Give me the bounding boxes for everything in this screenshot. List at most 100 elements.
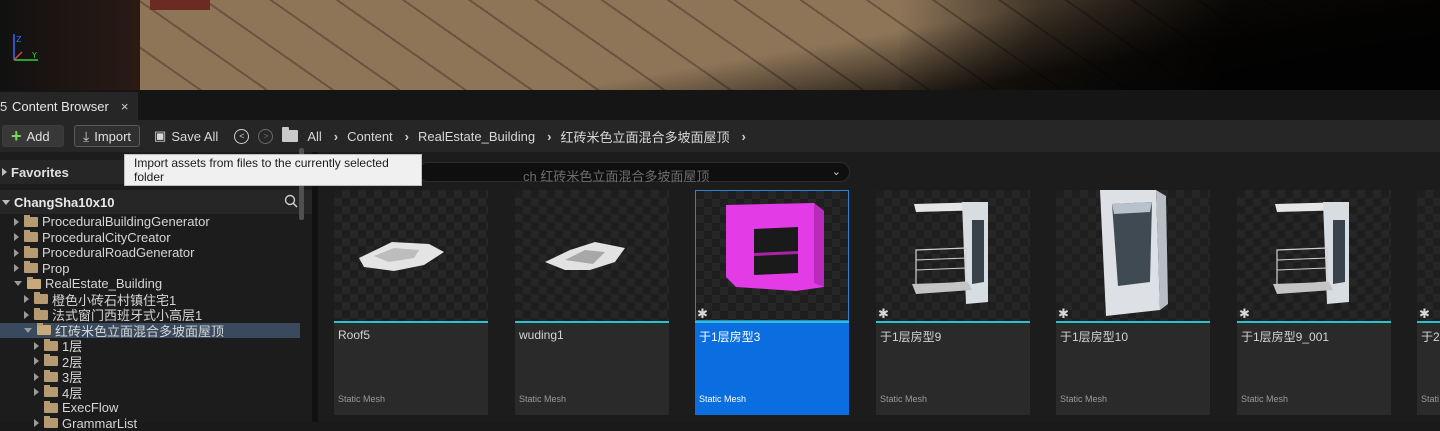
tab-content-browser[interactable]: 5 Content Browser × [0,92,138,120]
chevron-right-icon[interactable] [34,419,39,427]
import-button[interactable]: ⤓ Import [74,125,140,147]
tree-item-label: 4层 [62,383,82,402]
modified-asterisk-icon: ✱ [1239,306,1250,322]
folder-icon[interactable] [282,130,298,142]
tree-item-label: ExecFlow [62,400,118,415]
breadcrumb-separator-icon[interactable]: › [547,129,551,144]
asset-name: Roof5 [338,328,370,342]
modified-asterisk-icon: ✱ [1419,306,1430,322]
plus-icon: + [11,126,22,147]
tree-item[interactable]: ExecFlow [0,400,300,416]
tab-label: Content Browser [12,99,109,114]
chevron-down-icon[interactable]: ⌄ [832,165,841,178]
asset-type-bar [515,321,669,323]
chevron-right-icon[interactable] [34,357,39,365]
chevron-right-icon[interactable] [14,218,19,226]
content-browser-toolbar: + Add ⤓ Import ▣ Save All < > All › Cont… [0,120,1440,152]
chevron-right-icon[interactable] [24,311,29,319]
tree-item[interactable]: 4层 [0,385,300,401]
asset-tile[interactable]: Roof5 Static Mesh [334,190,488,415]
favorites-label: Favorites [11,165,69,180]
add-button[interactable]: + Add [2,125,64,147]
project-header[interactable]: ChangSha10x10 [0,190,312,214]
chevron-right-icon[interactable] [34,373,39,381]
folder-icon [44,387,58,397]
level-viewport[interactable]: Z Y [0,0,1440,90]
asset-thumbnail [695,190,849,321]
breadcrumb-all[interactable]: All [307,129,321,144]
tree-item[interactable]: Prop [0,261,300,277]
folder-icon [44,372,58,382]
chevron-right-icon[interactable] [14,264,19,272]
tree-item-label: ProceduralRoadGenerator [42,245,194,260]
asset-thumbnail [1237,190,1391,321]
chevron-down-icon[interactable] [24,328,32,333]
asset-tile[interactable]: wuding1Static Mesh [515,190,669,415]
asset-tile[interactable]: 于1层房型10Static Mesh✱ [1056,190,1210,415]
folder-icon [44,341,58,351]
save-all-label: Save All [171,129,218,144]
asset-thumbnail [876,190,1030,321]
tree-item[interactable]: 红砖米色立面混合多坡面屋顶 [0,323,300,339]
tree-item[interactable]: GrammarList [0,416,300,431]
forward-icon[interactable]: > [258,129,273,144]
chevron-right-icon[interactable] [34,342,39,350]
asset-name: 于2 [1421,328,1440,345]
folder-icon [44,418,58,428]
project-label: ChangSha10x10 [14,195,114,210]
asset-name: 于1层房型9 [880,328,941,345]
folder-tree: ProceduralBuildingGeneratorProceduralCit… [0,214,300,431]
import-icon: ⤓ [83,128,89,145]
folder-icon [24,263,38,273]
tree-item-label: ProceduralCityCreator [42,230,171,245]
chevron-right-icon [2,168,7,176]
asset-tile[interactable]: 于1层房型9Static Mesh✱ [876,190,1030,415]
chevron-right-icon[interactable] [14,233,19,241]
asset-type: Static Mesh [338,394,385,404]
svg-text:Z: Z [16,35,22,44]
asset-type: Stati [1421,394,1439,404]
import-label: Import [94,129,131,144]
tree-item[interactable]: ProceduralCityCreator [0,230,300,246]
chevron-right-icon[interactable] [34,388,39,396]
asset-thumbnail [1417,190,1440,321]
search-icon[interactable] [284,194,298,208]
tree-item[interactable]: ProceduralBuildingGenerator [0,214,300,230]
tree-item-label: Prop [42,261,69,276]
breadcrumb-separator-icon[interactable]: › [334,129,338,144]
asset-name: 于1层房型10 [1060,328,1128,345]
asset-tile[interactable]: 于2 Stati ✱ [1417,190,1440,415]
tree-item[interactable]: 1层 [0,338,300,354]
breadcrumb-current-folder[interactable]: 红砖米色立面混合多坡面屋顶 [560,127,729,146]
search-input[interactable]: ch 红砖米色立面混合多坡面屋顶 ⌄ [418,162,850,182]
tree-item[interactable]: ProceduralRoadGenerator [0,245,300,261]
search-placeholder: ch 红砖米色立面混合多坡面屋顶 [523,166,709,185]
chevron-down-icon[interactable] [14,281,22,286]
viewport-shadow [900,0,1440,90]
asset-type-bar [1237,321,1391,323]
asset-tile[interactable]: 于1层房型9_001 Static Mesh ✱ [1237,190,1391,415]
asset-type: Static Mesh [880,394,927,404]
back-icon[interactable]: < [234,129,249,144]
sources-panel: Favorites ChangSha10x10 ProceduralBuildi… [0,152,312,422]
chevron-right-icon[interactable] [24,295,29,303]
axis-gizmo-icon: Z Y [8,30,48,70]
asset-tile[interactable]: 于1层房型3Static Mesh✱ [695,190,849,415]
chevron-right-icon[interactable] [14,249,19,257]
folder-icon [24,248,38,258]
import-tooltip: Import assets from files to the currentl… [124,154,422,186]
breadcrumb-separator-icon[interactable]: › [741,129,745,144]
viewport-brick [150,0,210,10]
folder-icon [24,217,38,227]
tree-item[interactable]: 2层 [0,354,300,370]
asset-type: Static Mesh [1241,394,1288,404]
asset-name: 于1层房型9_001 [1241,328,1329,345]
close-icon[interactable]: × [121,99,129,114]
save-all-button[interactable]: ▣ Save All [154,128,218,144]
breadcrumb-realestate[interactable]: RealEstate_Building [418,129,535,144]
folder-icon [44,403,58,413]
breadcrumb-separator-icon[interactable]: › [405,129,409,144]
tree-item[interactable]: 3层 [0,369,300,385]
asset-type: Static Mesh [699,394,746,404]
breadcrumb-content[interactable]: Content [347,129,393,144]
